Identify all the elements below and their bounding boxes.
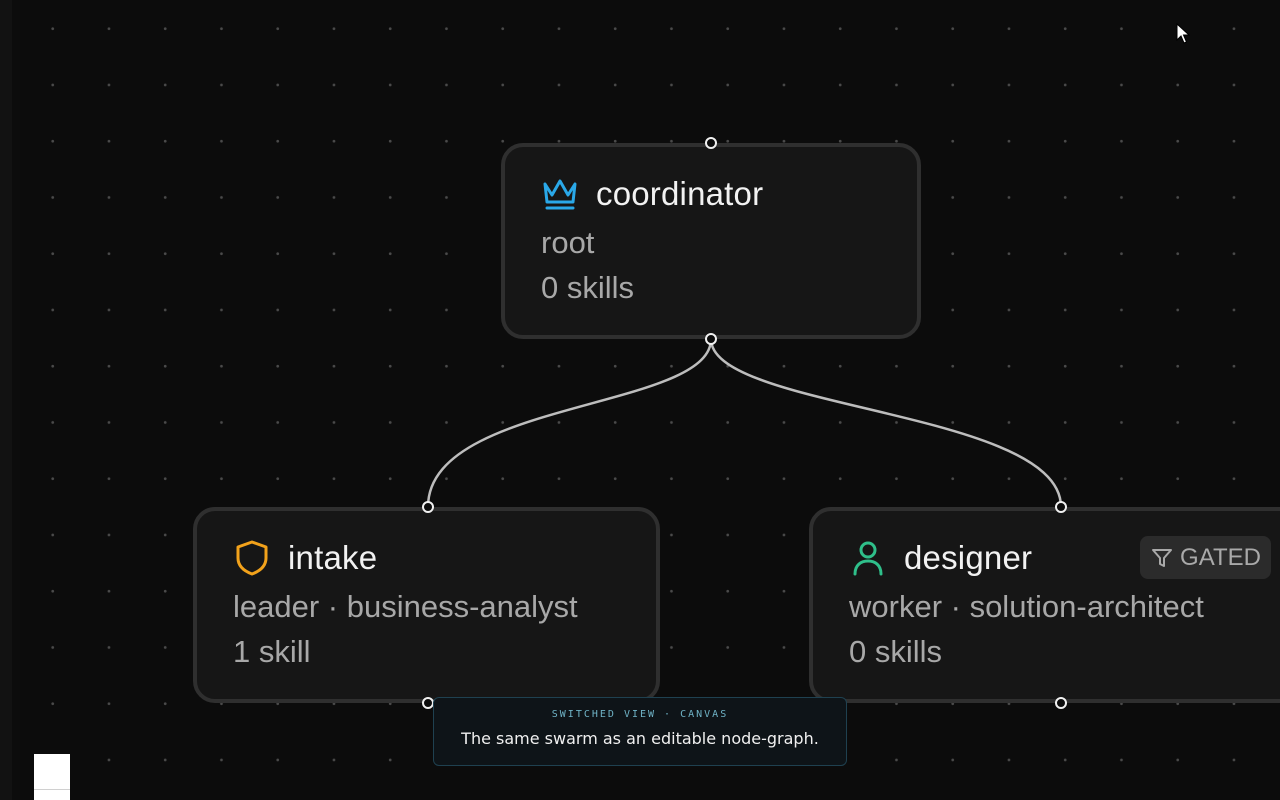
- crown-icon: [540, 174, 580, 214]
- node-role: worker · solution-architect: [849, 589, 1204, 624]
- minimap-widget[interactable]: [34, 754, 70, 800]
- node-title: designer: [904, 539, 1033, 576]
- toast-message: The same swarm as an editable node-graph…: [461, 729, 819, 748]
- shield-icon: [232, 538, 272, 578]
- node-skill-count: 1 skill: [233, 634, 311, 669]
- node-coordinator-header: coordinator: [540, 174, 763, 214]
- edge-coordinator-intake[interactable]: [426, 338, 713, 508]
- minimap-divider: [34, 789, 70, 790]
- gated-label: GATED: [1180, 543, 1261, 571]
- port-designer-in[interactable]: [1055, 501, 1067, 513]
- port-intake-in[interactable]: [422, 501, 434, 513]
- node-title: coordinator: [596, 175, 764, 212]
- edge-coordinator-designer[interactable]: [709, 338, 1063, 508]
- node-intake-header: intake: [232, 538, 377, 578]
- node-role: root: [541, 225, 595, 260]
- port-designer-out[interactable]: [1055, 697, 1067, 709]
- view-switch-toast: SWITCHED VIEW · CANVAS The same swarm as…: [433, 697, 847, 766]
- person-icon: [848, 538, 888, 578]
- port-coordinator-out[interactable]: [705, 333, 717, 345]
- node-title: intake: [288, 539, 378, 576]
- filter-icon: [1152, 548, 1173, 567]
- node-skill-count: 0 skills: [849, 634, 943, 669]
- toast-title: SWITCHED VIEW · CANVAS: [551, 709, 729, 720]
- node-designer-header: designer: [848, 538, 1032, 578]
- node-skill-count: 0 skills: [541, 270, 635, 305]
- mouse-cursor-icon: [1176, 23, 1191, 44]
- node-role: leader · business-analyst: [233, 589, 578, 624]
- port-coordinator-in[interactable]: [705, 137, 717, 149]
- gated-badge[interactable]: GATED: [1140, 536, 1271, 579]
